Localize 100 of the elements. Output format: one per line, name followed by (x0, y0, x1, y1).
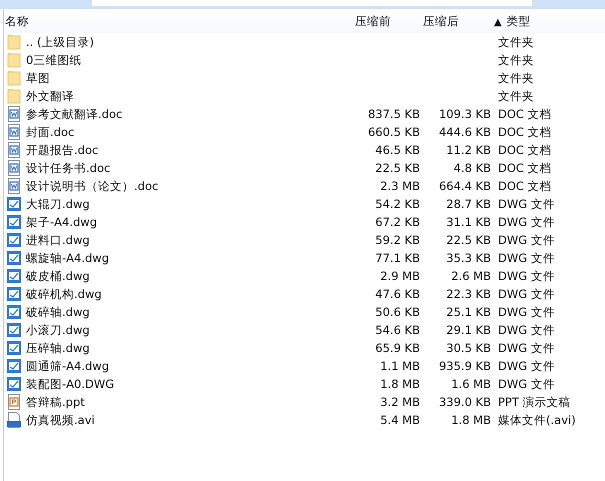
table-cell: 1.6 MB (451, 377, 491, 391)
table-cell: 46.5 KB (375, 143, 420, 157)
file-name[interactable]: 答辩稿.ppt (26, 394, 85, 410)
table-cell: 3.2 MB (380, 395, 420, 409)
table-cell: 2.9 MB (380, 269, 420, 283)
column-header[interactable]: 名称 (4, 14, 355, 28)
file-name[interactable]: 螺旋轴-A4.dwg (26, 250, 109, 266)
file-name[interactable]: 草图 (26, 70, 50, 86)
table-cell: 935.9 KB (438, 359, 491, 373)
file-name[interactable]: 装配图-A0.DWG (26, 376, 114, 392)
file-name[interactable]: 仿真视频.avi (26, 412, 95, 428)
table-cell: DWG 文件 (498, 376, 555, 390)
table-cell: 22.5 KB (375, 161, 420, 175)
table-cell: 59.2 KB (375, 233, 420, 247)
table-cell: 文件夹 (498, 70, 534, 84)
table-cell: 11.2 KB (446, 143, 491, 157)
table-cell: 54.2 KB (375, 197, 420, 211)
drawing-file-icon (6, 358, 22, 374)
drawing-file-icon (6, 286, 22, 302)
table-cell: 2.6 MB (451, 269, 491, 283)
table-cell: DWG 文件 (498, 286, 555, 300)
column-header[interactable]: ▲ 类型 (494, 14, 594, 28)
drawing-file-icon (6, 232, 22, 248)
table-cell: 837.5 KB (368, 107, 420, 121)
file-name[interactable]: 设计说明书（论文）.doc (26, 178, 158, 194)
table-cell: 22.3 KB (446, 287, 491, 301)
table-cell: DWG 文件 (498, 268, 555, 282)
folder-icon (6, 34, 22, 50)
table-cell: 文件夹 (498, 88, 534, 102)
table-cell: 47.6 KB (375, 287, 420, 301)
table-cell: 54.6 KB (375, 323, 420, 337)
file-name[interactable]: 圆通筛-A4.dwg (26, 358, 109, 374)
file-name[interactable]: 压碎轴.dwg (26, 340, 90, 356)
table-cell: 65.9 KB (375, 341, 420, 355)
folder-icon (6, 88, 22, 104)
table-cell: 109.3 KB (438, 107, 491, 121)
table-cell: 25.1 KB (446, 305, 491, 319)
file-name[interactable]: 封面.doc (26, 124, 74, 140)
table-cell: 444.6 KB (438, 125, 491, 139)
table-cell: 文件夹 (498, 34, 534, 48)
document-icon (6, 106, 22, 122)
table-cell: DWG 文件 (498, 340, 555, 354)
document-icon (6, 124, 22, 140)
table-cell: 4.8 KB (454, 161, 491, 175)
table-cell: 50.6 KB (375, 305, 420, 319)
document-icon (6, 178, 22, 194)
document-icon (6, 160, 22, 176)
table-cell: DWG 文件 (498, 358, 555, 372)
table-cell: DWG 文件 (498, 232, 555, 246)
file-name[interactable]: 设计任务书.doc (26, 160, 110, 176)
presentation-icon (6, 394, 22, 410)
table-cell: 664.4 KB (438, 179, 491, 193)
table-cell: 1.8 MB (451, 413, 491, 427)
table-cell: DWG 文件 (498, 250, 555, 264)
file-name[interactable]: 破碎轴.dwg (26, 304, 90, 320)
file-name[interactable]: 架子-A4.dwg (26, 214, 97, 230)
table-cell: DOC 文档 (498, 178, 552, 192)
drawing-file-icon (6, 322, 22, 338)
folder-icon (6, 70, 22, 86)
file-name[interactable]: 大辊刀.dwg (26, 196, 90, 212)
drawing-file-icon (6, 214, 22, 230)
table-cell: 30.5 KB (446, 341, 491, 355)
file-name[interactable]: 破皮桶.dwg (26, 268, 90, 284)
table-cell: 5.4 MB (380, 413, 420, 427)
column-header[interactable]: 压缩后 (423, 14, 494, 28)
column-header[interactable]: 压缩前 (355, 14, 423, 28)
file-name[interactable]: 小滚刀.dwg (26, 322, 90, 338)
drawing-file-icon (6, 196, 22, 212)
table-cell: DOC 文档 (498, 106, 552, 120)
file-name[interactable]: 外文翻译 (26, 88, 74, 104)
table-cell: 29.1 KB (446, 323, 491, 337)
folder-icon (6, 52, 22, 68)
table-cell: 35.3 KB (446, 251, 491, 265)
table-cell: DWG 文件 (498, 196, 555, 210)
drawing-file-icon (6, 376, 22, 392)
table-cell: 22.5 KB (446, 233, 491, 247)
table-cell: 1.1 MB (380, 359, 420, 373)
drawing-file-icon (6, 304, 22, 320)
table-cell: 2.3 MB (380, 179, 420, 193)
file-name[interactable]: 破碎机构.dwg (26, 286, 102, 302)
file-name[interactable]: 0三维图纸 (26, 52, 82, 68)
table-cell: DWG 文件 (498, 322, 555, 336)
table-cell: 31.1 KB (446, 215, 491, 229)
table-cell: DOC 文档 (498, 160, 552, 174)
table-cell: PPT 演示文稿 (498, 394, 571, 408)
file-name[interactable]: 开题报告.doc (26, 142, 98, 158)
file-name[interactable]: .. (上级目录) (26, 34, 94, 50)
document-icon (6, 142, 22, 158)
video-file-icon (6, 412, 22, 428)
file-name[interactable]: 参考文献翻译.doc (26, 106, 122, 122)
table-cell: DWG 文件 (498, 304, 555, 318)
table-cell: 1.8 MB (380, 377, 420, 391)
table-cell: 67.2 KB (375, 215, 420, 229)
table-cell: DOC 文档 (498, 124, 552, 138)
drawing-file-icon (6, 268, 22, 284)
file-name[interactable]: 进料口.dwg (26, 232, 90, 248)
table-cell: 77.1 KB (375, 251, 420, 265)
table-cell: 339.0 KB (438, 395, 491, 409)
table-cell: 28.7 KB (446, 197, 491, 211)
table-cell: DWG 文件 (498, 214, 555, 228)
